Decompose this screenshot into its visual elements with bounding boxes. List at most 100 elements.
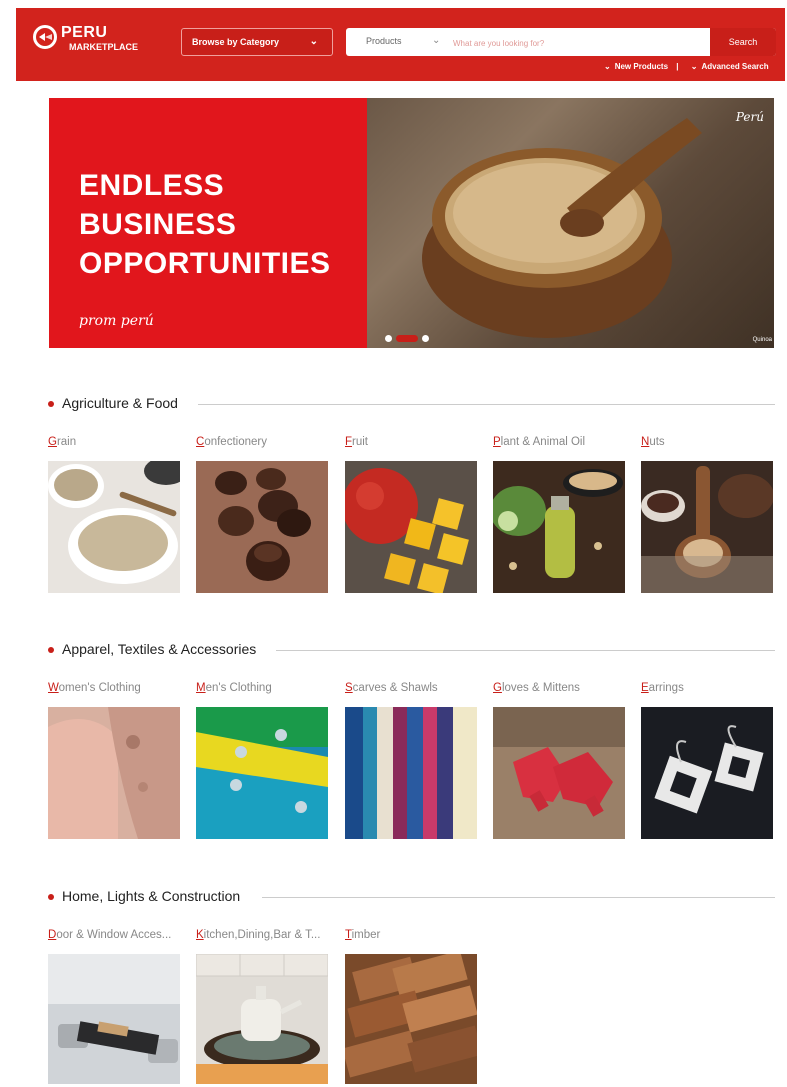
- category-label[interactable]: Confectionery: [196, 436, 328, 452]
- gloves-photo[interactable]: [493, 707, 625, 839]
- peru-brand-mark: Perú: [735, 110, 764, 124]
- section-divider: [276, 650, 775, 651]
- category-timber[interactable]: Timber: [345, 929, 477, 1084]
- bullet-icon: [48, 401, 54, 408]
- chocolates-illustration: [196, 461, 328, 593]
- category-label-initial: M: [196, 682, 206, 694]
- search-scope-select[interactable]: Products: [366, 36, 402, 46]
- door-handle-illustration: [48, 954, 180, 1084]
- teapot-photo[interactable]: [196, 954, 328, 1084]
- header-links: ⌄ New Products | ⌄ Advanced Search: [600, 62, 769, 71]
- category-label[interactable]: Gloves & Mittens: [493, 682, 625, 698]
- search-input[interactable]: [451, 32, 705, 54]
- section-divider: [262, 897, 775, 898]
- section-title-text: Home, Lights & Construction: [62, 888, 241, 904]
- category-label-rest: ruit: [352, 436, 369, 448]
- category-gloves-mittens[interactable]: Gloves & Mittens: [493, 682, 625, 839]
- shirts-photo[interactable]: [196, 707, 328, 839]
- category-label-rest: en's Clothing: [205, 682, 272, 694]
- category-earrings[interactable]: Earrings: [641, 682, 773, 839]
- category-label-rest: omen's Clothing: [58, 682, 141, 694]
- section-title-text: Agriculture & Food: [62, 395, 178, 411]
- new-products-link[interactable]: New Products: [615, 62, 668, 71]
- category-door-window-accessories[interactable]: Door & Window Acces...: [48, 929, 180, 1084]
- hero-banner[interactable]: ENDLESS BUSINESS OPPORTUNITIES prom perú…: [49, 98, 774, 348]
- chevron-down-icon[interactable]: ⌄: [432, 35, 440, 46]
- category-label-initial: G: [493, 682, 502, 694]
- carousel-dot-active[interactable]: [396, 335, 418, 343]
- hero-headline: ENDLESS BUSINESS OPPORTUNITIES: [79, 166, 331, 283]
- logo-text-marketplace: MARKETPLACE: [69, 42, 138, 52]
- category-scarves-shawls[interactable]: Scarves & Shawls: [345, 682, 477, 839]
- advanced-search-link[interactable]: Advanced Search: [701, 62, 768, 71]
- site-logo[interactable]: PERU MARKETPLACE: [32, 22, 162, 62]
- category-label-rest: arrings: [648, 682, 684, 694]
- category-label[interactable]: Door & Window Acces...: [48, 929, 180, 945]
- category-label[interactable]: Timber: [345, 929, 477, 945]
- category-label-rest: itchen,Dining,Bar & T...: [203, 929, 321, 941]
- sweater-illustration: [48, 707, 180, 839]
- mango-photo[interactable]: [345, 461, 477, 593]
- section-title-home: Home, Lights & Construction: [48, 888, 240, 904]
- category-label-rest: onfectionery: [204, 436, 267, 448]
- scarves-photo[interactable]: [345, 707, 477, 839]
- category-kitchen-dining-bar[interactable]: Kitchen,Dining,Bar & T...: [196, 929, 328, 1084]
- category-nuts[interactable]: Nuts: [641, 436, 773, 593]
- category-label[interactable]: Kitchen,Dining,Bar & T...: [196, 929, 328, 945]
- scarves-illustration: [345, 707, 477, 839]
- category-label-initial: E: [641, 682, 649, 694]
- category-label-rest: loves & Mittens: [501, 682, 580, 694]
- door-handle-photo[interactable]: [48, 954, 180, 1084]
- category-grain[interactable]: Grain: [48, 436, 180, 593]
- category-label-initial: K: [196, 929, 204, 941]
- category-label[interactable]: Grain: [48, 436, 180, 452]
- hero-red-panel: ENDLESS BUSINESS OPPORTUNITIES prom perú: [49, 98, 367, 348]
- section-title-agriculture: Agriculture & Food: [48, 395, 178, 411]
- timber-photo[interactable]: [345, 954, 477, 1084]
- quinoa-bowl-illustration: [422, 118, 702, 338]
- category-label-rest: lant & Animal Oil: [500, 436, 586, 448]
- category-label-initial: S: [345, 682, 353, 694]
- chevron-down-icon: ⌄: [690, 62, 698, 71]
- category-mens-clothing[interactable]: Men's Clothing: [196, 682, 328, 839]
- category-label[interactable]: Men's Clothing: [196, 682, 328, 698]
- grain-photo[interactable]: [48, 461, 180, 593]
- search-bar: Products ⌄ Search: [346, 28, 776, 56]
- category-label-rest: uts: [649, 436, 665, 448]
- oil-photo[interactable]: [493, 461, 625, 593]
- category-label[interactable]: Scarves & Shawls: [345, 682, 477, 698]
- category-label[interactable]: Plant & Animal Oil: [493, 436, 625, 452]
- sweater-photo[interactable]: [48, 707, 180, 839]
- search-button[interactable]: Search: [710, 28, 776, 56]
- chocolates-photo[interactable]: [196, 461, 328, 593]
- nuts-photo[interactable]: [641, 461, 773, 593]
- category-label[interactable]: Fruit: [345, 436, 477, 452]
- hero-caption: Quinoa: [752, 337, 772, 343]
- category-label-rest: carves & Shawls: [352, 682, 438, 694]
- hero-headline-line: BUSINESS: [79, 208, 237, 241]
- quinoa-photo: Perú: [367, 98, 774, 348]
- browse-label: Browse by Category: [192, 37, 280, 47]
- peru-logo-icon: [33, 25, 57, 49]
- shirts-illustration: [196, 707, 328, 839]
- promperu-logo: prom perú: [79, 313, 154, 329]
- chevron-down-icon: ⌄: [604, 62, 611, 71]
- category-label[interactable]: Nuts: [641, 436, 773, 452]
- category-label-initial: W: [48, 682, 59, 694]
- nuts-illustration: [641, 461, 773, 593]
- category-confectionery[interactable]: Confectionery: [196, 436, 328, 593]
- carousel-dots: [385, 330, 433, 343]
- category-label[interactable]: Earrings: [641, 682, 773, 698]
- bullet-icon: [48, 894, 54, 901]
- earrings-photo[interactable]: [641, 707, 773, 839]
- timber-illustration: [345, 954, 477, 1084]
- section-divider: [198, 404, 775, 405]
- category-womens-clothing[interactable]: Women's Clothing: [48, 682, 180, 839]
- bullet-icon: [48, 647, 54, 654]
- category-plant-animal-oil[interactable]: Plant & Animal Oil: [493, 436, 625, 593]
- browse-by-category-dropdown[interactable]: Browse by Category ⌄: [181, 28, 333, 56]
- category-label-initial: F: [345, 436, 353, 448]
- earrings-illustration: [641, 707, 773, 839]
- category-label[interactable]: Women's Clothing: [48, 682, 180, 698]
- category-fruit[interactable]: Fruit: [345, 436, 477, 593]
